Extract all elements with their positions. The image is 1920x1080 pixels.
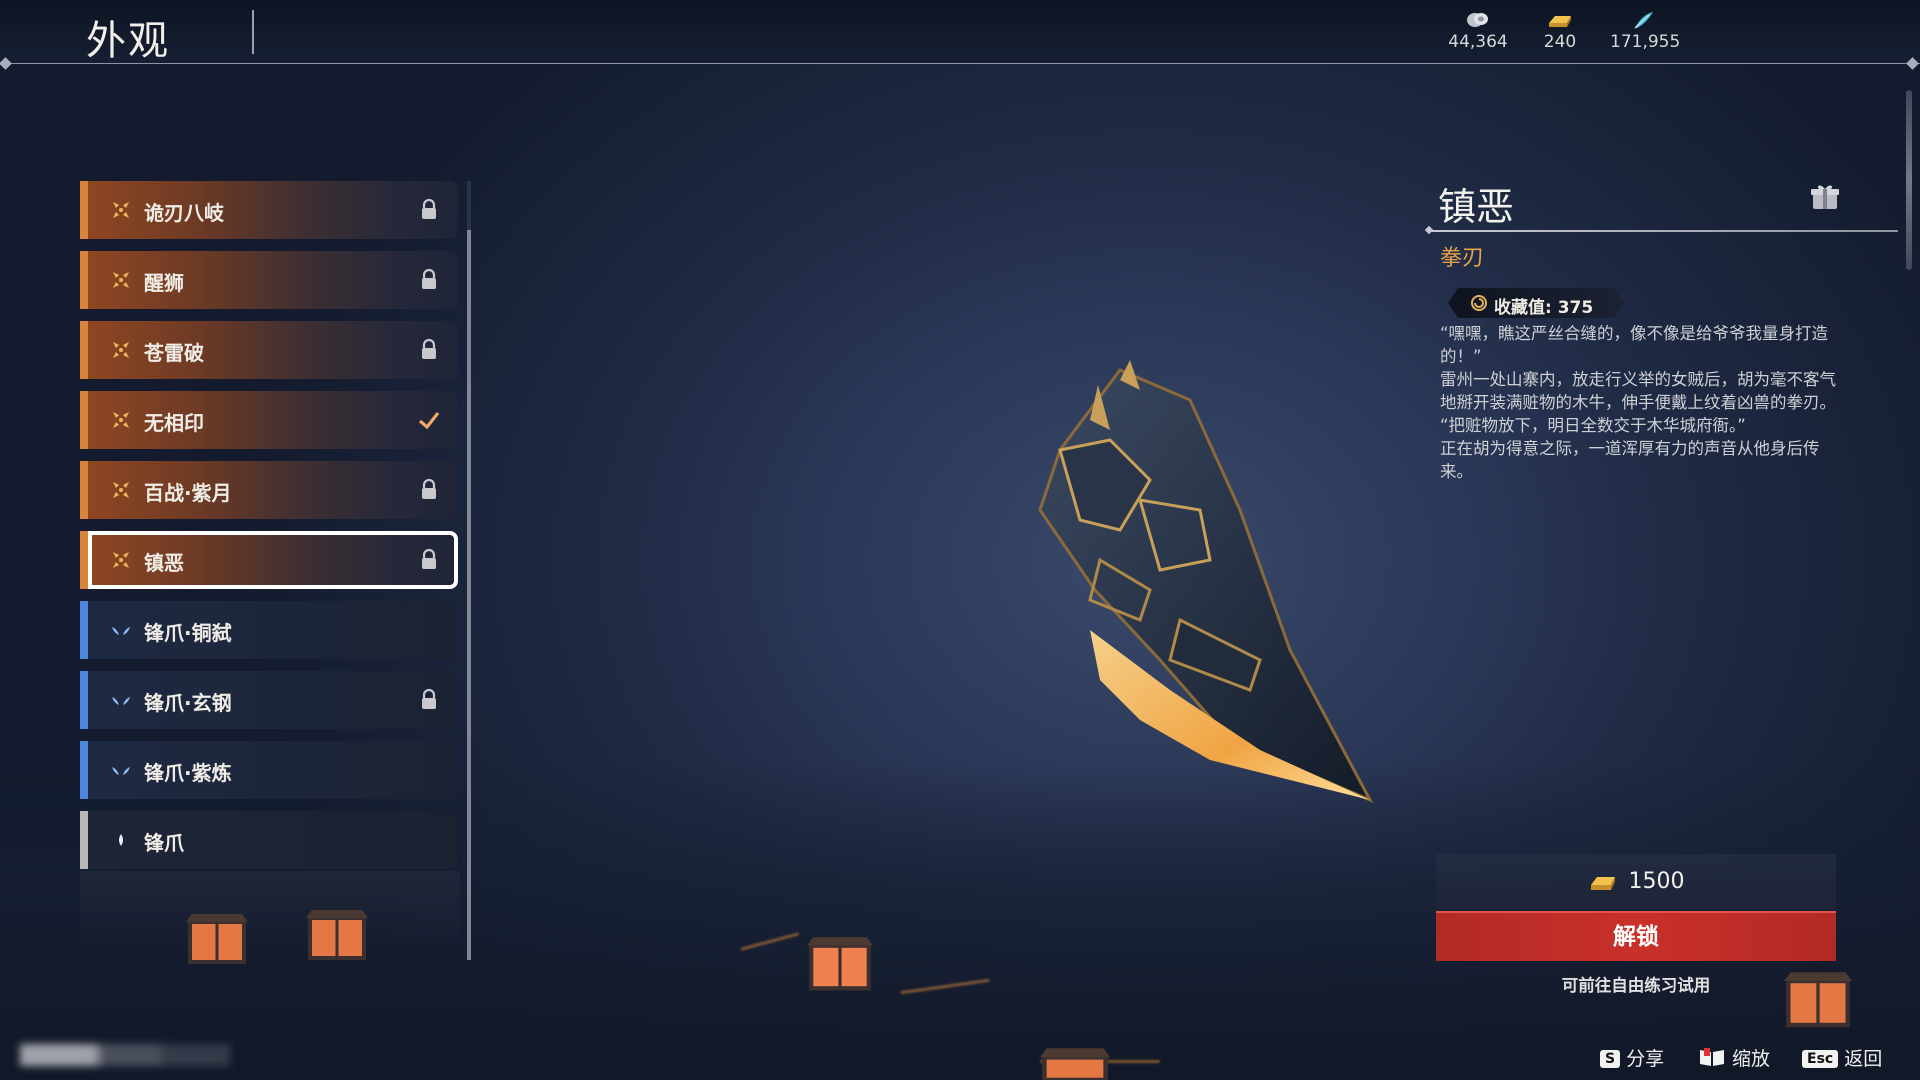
skin-list-item[interactable]: 锋爪: [80, 811, 458, 869]
skin-name: 锋爪·铜弑: [144, 621, 232, 645]
player-id-blurred: [20, 1044, 230, 1066]
key-cap: Esc: [1802, 1050, 1839, 1068]
book-icon: [1700, 1048, 1724, 1066]
skin-name: 百战·紫月: [144, 481, 232, 505]
orange-rarity-icon: [113, 272, 129, 288]
title-divider: [1428, 230, 1898, 232]
list-scroll-thumb[interactable]: [467, 181, 471, 230]
zoom-hint[interactable]: 缩放: [1698, 1044, 1770, 1071]
hint-label: 返回: [1844, 1048, 1883, 1070]
price-value: 1500: [1628, 869, 1685, 894]
top-bar: 外观 44,364 240 171,955: [0, 0, 1920, 70]
list-footer: [80, 871, 460, 937]
currency-feather: 171,955: [1610, 10, 1680, 52]
lock-icon: [422, 338, 436, 359]
price-display: 1500: [1436, 854, 1836, 910]
lantern-decoration: [806, 937, 874, 991]
skin-name: 诡刃八岐: [144, 201, 224, 225]
description-line: “把赃物放下，明日全数交于木华城府衙。”: [1440, 416, 1746, 435]
skin-list-item[interactable]: 醒狮: [80, 251, 458, 309]
lock-icon: [422, 268, 436, 289]
skin-list-item[interactable]: 锋爪·铜弑: [80, 601, 458, 659]
skin-list-item-selected[interactable]: 镇恶: [80, 531, 458, 589]
lantern-decoration: [306, 910, 368, 960]
orange-rarity-icon: [113, 202, 129, 218]
gold-ingot-icon: [1549, 16, 1571, 27]
gold-ingot-icon: [1590, 877, 1615, 890]
skin-list-item[interactable]: 百战·紫月: [80, 461, 458, 519]
skin-description: “嘿嘿，瞧这严丝合缝的，像不像是给爷爷我量身打造的！” 雷州一处山寨内，放走行义…: [1440, 322, 1850, 483]
orange-rarity-icon: [113, 342, 129, 358]
lock-icon: [422, 198, 436, 219]
checkmark-icon: [418, 412, 440, 430]
description-line: 雷州一处山寨内，放走行义举的女贼后，胡为毫不客气地掰开装满赃物的木牛，伸手便戴上…: [1440, 370, 1836, 412]
hint-label: 分享: [1626, 1048, 1665, 1070]
bar-ornament: [0, 57, 12, 70]
orange-rarity-icon: [113, 412, 129, 428]
skin-name: 锋爪·紫炼: [144, 761, 232, 785]
currency-value: 171,955: [1610, 32, 1681, 52]
bar-ornament: [1906, 57, 1919, 70]
currency-value: 240: [1543, 32, 1577, 52]
currency-gold: 240: [1535, 10, 1585, 52]
skin-name: 镇恶: [144, 551, 184, 575]
feather-token-icon: [1634, 12, 1653, 29]
key-cap: S: [1600, 1050, 1621, 1068]
orange-rarity-icon: [113, 552, 129, 568]
right-edge-scroll[interactable]: [1906, 90, 1912, 270]
lock-icon: [422, 478, 436, 499]
skin-name: 锋爪·玄钢: [144, 691, 232, 715]
skin-list-item[interactable]: 无相印: [80, 391, 458, 449]
blue-rarity-icon: [112, 697, 130, 705]
lantern-decoration: [1783, 972, 1853, 1028]
title-divider: [252, 10, 254, 54]
lantern-decoration: [1039, 1048, 1111, 1080]
description-line: 正在胡为得意之际，一道浑厚有力的声音从他身后传来。: [1440, 439, 1820, 481]
unlock-button[interactable]: 解锁: [1436, 911, 1836, 961]
description-line: “嘿嘿，瞧这严丝合缝的，像不像是给爷爷我量身打造的！”: [1440, 324, 1829, 366]
skin-list-item[interactable]: 锋爪·紫炼: [80, 741, 458, 799]
page-title: 外观: [86, 18, 170, 64]
lantern-decoration: [186, 914, 248, 964]
skin-name: 醒狮: [144, 271, 184, 295]
currency-silver: 44,364: [1448, 10, 1508, 52]
weapon-preview[interactable]: [1000, 360, 1400, 820]
blue-rarity-icon: [112, 767, 130, 775]
skin-list-item[interactable]: 苍雷破: [80, 321, 458, 379]
orange-rarity-icon: [113, 482, 129, 498]
weapon-type: 拳刃: [1440, 246, 1485, 271]
lock-icon: [422, 688, 436, 709]
hint-label: 缩放: [1732, 1048, 1771, 1070]
skin-name: 苍雷破: [144, 341, 204, 365]
lock-icon: [422, 548, 436, 569]
silver-coin-icon: [1467, 13, 1488, 27]
skin-title: 镇恶: [1438, 185, 1515, 229]
skin-list: 诡刃八岐 醒狮 苍雷破 无相印 百战·紫月 镇恶 锋爪·铜弑 锋爪·玄钢 锋爪·…: [80, 181, 460, 881]
skin-list-item[interactable]: 诡刃八岐: [80, 181, 458, 239]
currency-value: 44,364: [1448, 32, 1508, 52]
skin-list-item[interactable]: 锋爪·玄钢: [80, 671, 458, 729]
skin-name: 无相印: [144, 411, 204, 435]
collect-value-badge: 收藏值: 375: [1448, 288, 1624, 318]
swirl-icon: [1471, 295, 1487, 311]
white-rarity-icon: [119, 834, 123, 846]
gift-icon[interactable]: [1810, 182, 1840, 212]
skin-name: 锋爪: [144, 831, 184, 855]
back-hint[interactable]: Esc 返回: [1802, 1044, 1882, 1071]
collect-value: 收藏值: 375: [1494, 298, 1594, 318]
list-scrollbar[interactable]: [467, 230, 471, 960]
share-hint[interactable]: S 分享: [1600, 1044, 1664, 1071]
blue-rarity-icon: [112, 627, 130, 635]
